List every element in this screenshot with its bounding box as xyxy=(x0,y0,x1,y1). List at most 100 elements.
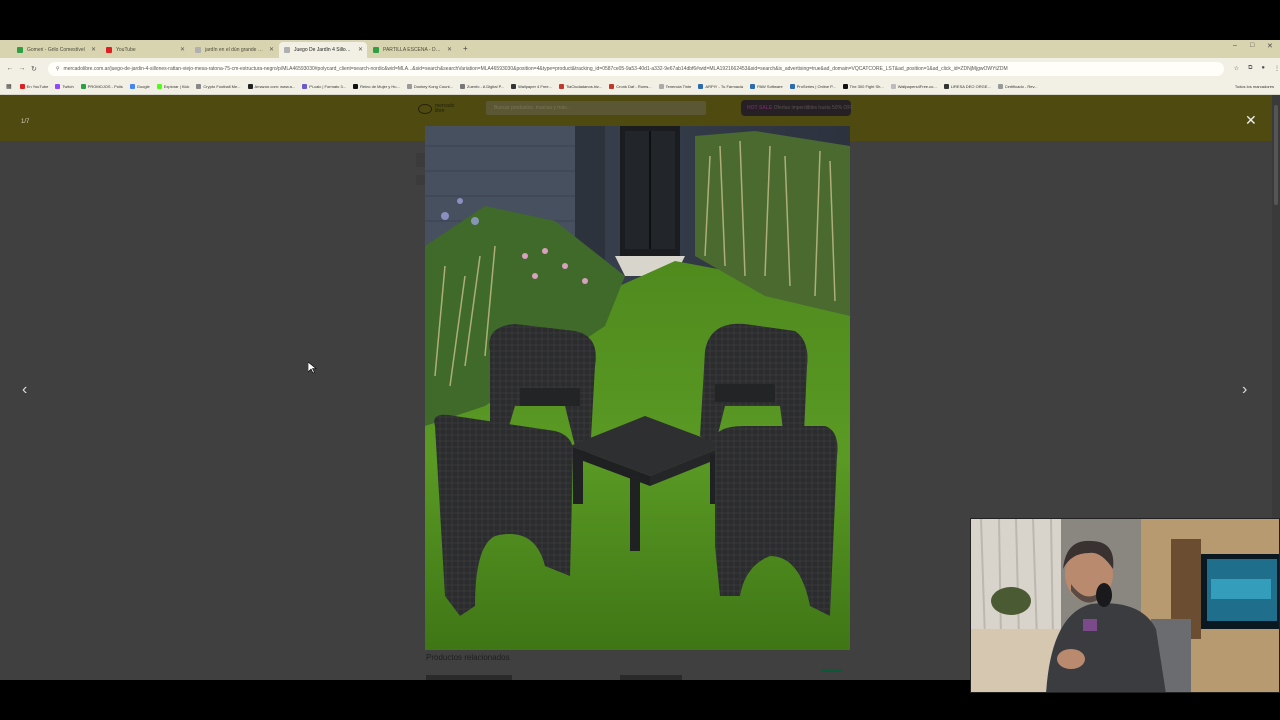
maximize-window-icon[interactable]: □ xyxy=(1250,42,1254,49)
apps-grid-icon[interactable]: ▦ xyxy=(6,83,12,90)
promo-banner[interactable]: HOT SALE Ofertas imperdibles hasta 50% O… xyxy=(741,100,854,116)
bookmark-favicon-icon xyxy=(80,84,86,89)
bookmark-favicon-icon xyxy=(302,84,308,89)
lightbox-prev-arrow-icon[interactable]: ‹ xyxy=(22,382,27,398)
address-bar[interactable]: ⚲ mercadolibre.com.ar/juego-de-jardin-4-… xyxy=(47,61,1224,76)
bookmark-favicon-icon xyxy=(511,84,517,89)
tab-favicon-icon xyxy=(106,47,112,53)
page-scrollbar-thumb[interactable] xyxy=(1274,105,1278,205)
browser-toolbar: ← → ↻ ⚲ mercadolibre.com.ar/juego-de-jar… xyxy=(0,58,1280,79)
browser-tab[interactable]: Gomeri - Grilo Comestível ✕ xyxy=(12,42,100,58)
bookmark-item[interactable]: Certificado - Rev... xyxy=(997,84,1038,89)
tab-title: PARTILLA ESCENA - Dashboard xyxy=(383,47,442,53)
bookmark-item[interactable]: ARPIY - Tu Farmacia xyxy=(698,84,743,89)
tab-close-icon[interactable]: ✕ xyxy=(447,46,452,54)
bookmark-item[interactable]: Donkey Kong Count... xyxy=(406,84,453,89)
bookmark-favicon-icon xyxy=(609,84,615,89)
bookmark-favicon-icon xyxy=(789,84,795,89)
menu-kebab-icon[interactable]: ⋮ xyxy=(1274,65,1280,72)
tab-title: YouTube xyxy=(116,47,136,53)
bookmark-favicon-icon xyxy=(156,84,162,89)
extensions-icon[interactable]: ⧉ xyxy=(1248,65,1252,72)
bookmark-favicon-icon xyxy=(55,84,61,89)
browser-tab-strip: Gomeri - Grilo Comestível ✕ YouTube ✕ ja… xyxy=(0,40,1280,58)
browser-tab[interactable]: YouTube ✕ xyxy=(101,42,189,58)
tab-favicon-icon xyxy=(373,47,379,53)
tab-favicon-icon xyxy=(195,47,201,53)
site-search-input[interactable]: Buscar productos, marcas y más... xyxy=(486,101,706,115)
tab-title: Gomeri - Grilo Comestível xyxy=(27,47,85,53)
bookmark-item[interactable]: Zuenfo - A Digital P... xyxy=(460,84,504,89)
bookmark-item[interactable]: Cronk Daf - Roms... xyxy=(609,84,652,89)
bookmark-item[interactable]: The 300 Fight Sh... xyxy=(842,84,884,89)
bookmark-favicon-icon xyxy=(750,84,756,89)
forward-arrow-icon[interactable]: → xyxy=(16,65,28,72)
bookmark-favicon-icon xyxy=(129,84,135,89)
browser-tab[interactable]: jardín en el dún grande - Busc ✕ xyxy=(190,42,278,58)
site-info-icon[interactable]: ⚲ xyxy=(56,66,60,72)
related-product-accent xyxy=(822,669,842,672)
lightbox-counter: 1/7 xyxy=(21,119,30,125)
lightbox-product-image xyxy=(425,126,850,650)
lightbox-next-arrow-icon[interactable]: › xyxy=(1242,382,1247,398)
bookmark-item[interactable]: Tenencia Tinte xyxy=(658,84,691,89)
bookmark-favicon-icon xyxy=(842,84,848,89)
bookmark-item[interactable]: PAW Software xyxy=(750,84,783,89)
bookmark-item[interactable]: Reino de Mujer y Hu... xyxy=(353,84,400,89)
bookmark-item[interactable]: TiaCiudadanos.hiz... xyxy=(558,84,602,89)
back-arrow-icon[interactable]: ← xyxy=(4,65,16,72)
bookmark-favicon-icon xyxy=(890,84,896,89)
handshake-logo-icon xyxy=(418,104,432,114)
profile-icon[interactable]: ● xyxy=(1261,65,1265,72)
webcam-overlay xyxy=(970,518,1280,693)
bookmark-item[interactable]: Crypto Football Me... xyxy=(196,84,241,89)
close-window-icon[interactable]: ✕ xyxy=(1267,42,1273,50)
bookmark-favicon-icon xyxy=(460,84,465,89)
bookmark-favicon-icon xyxy=(353,84,359,89)
bookmarks-bar: ▦ En YouTube Twitch PROMOJOS - Polis Goo… xyxy=(0,79,1280,95)
bookmark-item[interactable]: Wallpapers4Free.co... xyxy=(890,84,937,89)
bookmark-favicon-icon xyxy=(558,84,564,89)
address-url: mercadolibre.com.ar/juego-de-jardin-4-si… xyxy=(63,65,1008,72)
bookmark-item[interactable]: Google xyxy=(129,84,150,89)
bookmark-favicon-icon xyxy=(943,84,949,89)
bookmark-item[interactable]: ProSeries | Online P... xyxy=(789,84,836,89)
bookmark-item[interactable]: Twitch xyxy=(55,84,74,89)
bookmark-item[interactable]: Explorar | Kick xyxy=(156,84,189,89)
tab-close-icon[interactable]: ✕ xyxy=(269,46,274,54)
tab-close-icon[interactable]: ✕ xyxy=(358,46,363,54)
bookmark-item[interactable]: PROMOJOS - Polis xyxy=(80,84,123,89)
bookmark-item[interactable]: Wallpaper 4 Free... xyxy=(511,84,552,89)
tab-close-icon[interactable]: ✕ xyxy=(91,46,96,54)
related-products-title: Productos relacionados xyxy=(426,653,510,662)
bookmark-favicon-icon xyxy=(196,84,202,89)
mouse-cursor-icon xyxy=(308,362,317,374)
lightbox-close-icon[interactable]: ✕ xyxy=(1245,113,1257,127)
bookmark-favicon-icon xyxy=(698,84,704,89)
tab-favicon-icon xyxy=(17,47,23,53)
bookmark-favicon-icon xyxy=(406,84,412,89)
bookmark-item[interactable]: Pi-calc | Formato 3... xyxy=(302,84,346,89)
top-letterbox xyxy=(0,0,1280,40)
promo-text: Ofertas imperdibles hasta 50% OFF xyxy=(773,105,854,111)
site-logo[interactable]: mercado libre xyxy=(418,101,472,117)
bookmark-item[interactable]: Amazon.com: www.a... xyxy=(247,84,295,89)
promo-badge: HOT SALE xyxy=(747,105,773,111)
minimize-window-icon[interactable]: – xyxy=(1233,42,1237,49)
tab-title: Juego De Jardín 4 Sillones Rattan xyxy=(294,47,353,53)
reload-icon[interactable]: ↻ xyxy=(28,65,40,73)
bookmark-favicon-icon xyxy=(247,84,253,89)
bookmark-favicon-icon xyxy=(19,84,25,89)
all-bookmarks-folder[interactable]: Todos los marcadores xyxy=(1235,84,1274,89)
browser-tab-active[interactable]: Juego De Jardín 4 Sillones Rattan ✕ xyxy=(279,42,367,58)
bookmark-favicon-icon xyxy=(997,84,1003,89)
logo-text-line2: libre xyxy=(435,108,445,114)
bookmark-item[interactable]: En YouTube xyxy=(19,84,48,89)
browser-tab[interactable]: PARTILLA ESCENA - Dashboard ✕ xyxy=(368,42,456,58)
bookmark-star-icon[interactable]: ☆ xyxy=(1234,65,1239,72)
bookmark-favicon-icon xyxy=(658,84,664,89)
bookmark-item[interactable]: LIRESA DEO ORGE... xyxy=(943,84,991,89)
tab-favicon-icon xyxy=(284,47,290,53)
new-tab-button[interactable]: + xyxy=(457,42,474,58)
tab-close-icon[interactable]: ✕ xyxy=(180,46,185,54)
